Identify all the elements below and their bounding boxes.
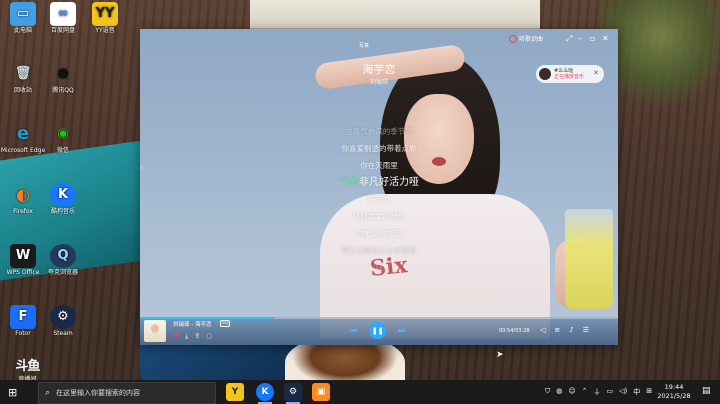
quark-icon: Q: [50, 244, 76, 268]
pause-button[interactable]: ❚❚: [369, 322, 387, 339]
computer-icon: ▭: [10, 2, 36, 26]
previous-icon[interactable]: ⏮: [350, 326, 357, 336]
lyric-line: 轻轻柔柔的想念: [352, 212, 406, 221]
lyric-line: 好活力: [367, 195, 391, 204]
player-right-controls: ◁ ≡ ♪ ☰: [540, 326, 589, 334]
desktop-icon-qq[interactable]: ● 腾讯QQ: [40, 62, 86, 95]
yy-voice-icon: YY: [92, 2, 118, 26]
progress-bar[interactable]: [140, 317, 618, 319]
baidu-netdisk-icon: ∞: [50, 2, 76, 26]
lyric-highlight: 气质: [339, 177, 359, 188]
lyric-line: 你在天雨里: [360, 161, 398, 170]
network-icon[interactable]: ▭: [607, 387, 614, 397]
edge-icon: e: [16, 122, 30, 144]
taskbar-app-steam[interactable]: ⚙: [284, 383, 302, 404]
kugou-icon: K: [50, 183, 76, 207]
comment-icon[interactable]: ◌: [206, 332, 212, 341]
player-title-bar: 写真 听歌识曲 ⤢ – ▫ ✕: [140, 29, 618, 49]
taskbar-app-other[interactable]: ▣: [312, 383, 330, 401]
douyu-logo: 斗鱼: [15, 359, 40, 374]
desktop-icon-baidu-netdisk[interactable]: ∞ 百度网盘: [40, 2, 86, 35]
maximize-button[interactable]: ▫: [590, 34, 595, 43]
mouse-cursor-icon: ➤: [496, 350, 504, 360]
time-display: 00:54/03:28: [499, 328, 530, 334]
now-playing-title[interactable]: 刘瑞琦 - 海芋恋: [173, 320, 211, 328]
app-icon: ▣: [316, 387, 326, 397]
system-tray: ⛉ ◍ ☺ ⌃ ⏚ ▭ ◁) 中 ⊞: [545, 387, 652, 397]
download-icon[interactable]: ⤓: [185, 332, 188, 341]
yy-voice-icon: Y: [231, 387, 239, 397]
album-cover[interactable]: [144, 320, 166, 342]
playback-control-bar: 刘瑞琦 - 海芋恋 SQ ♥ ⤓ ⇪ ◌ ⏮ ❚❚ ⏭ 00:54/03:28 …: [140, 317, 618, 345]
playlist-mode-icon[interactable]: ≡: [554, 326, 560, 334]
wps-icon: W: [10, 244, 36, 268]
close-button[interactable]: ✕: [602, 34, 609, 43]
share-icon[interactable]: ⇪: [194, 332, 200, 341]
taskbar-search[interactable]: ⌕ 在这里输入你要搜索的内容: [38, 382, 216, 404]
tab-photo[interactable]: 写真: [359, 42, 369, 49]
clock-time: 19:44: [664, 383, 684, 391]
next-icon[interactable]: ⏭: [398, 326, 405, 336]
desktop-icon-steam[interactable]: ⚙ Steam: [40, 305, 86, 338]
lyric-line: 在青气充满的季节里: [345, 127, 413, 136]
desktop-icon-wechat[interactable]: ◉ 微信: [40, 122, 86, 155]
notification-icon[interactable]: ▤: [702, 386, 711, 396]
close-icon[interactable]: ✕: [593, 69, 599, 77]
ime-indicator[interactable]: 中: [633, 387, 640, 397]
queue-icon[interactable]: ☰: [583, 326, 589, 334]
user-status: 正在播放音乐: [554, 74, 585, 80]
qq-icon: ●: [57, 65, 69, 81]
fullscreen-icon[interactable]: ⤢: [566, 34, 572, 44]
minimize-button[interactable]: –: [578, 34, 582, 43]
microphone-icon[interactable]: ⏚: [594, 387, 601, 397]
lyric-line: 把它们装在小小的瓶里: [341, 246, 417, 255]
music-player-window[interactable]: Six 写真 听歌识曲 ⤢ – ▫ ✕ 海芋恋 刘瑞琦 #么么哒 正在播放音乐 …: [140, 29, 618, 345]
steam-icon: ⚙: [288, 387, 298, 397]
yy-tray-icon[interactable]: ◍: [556, 387, 562, 397]
heart-icon[interactable]: ♥: [173, 332, 179, 341]
firefox-icon: ◐: [16, 184, 30, 204]
lyric-line: 日: [375, 263, 383, 272]
kugou-icon: K: [261, 387, 269, 397]
volume-icon[interactable]: ◁: [540, 326, 545, 334]
wechat-icon: ◉: [57, 125, 69, 141]
chevron-up-icon[interactable]: ⌃: [582, 387, 588, 397]
lyric-line: 在单恋的季节: [356, 229, 402, 238]
progress-fill: [140, 317, 274, 319]
recycle-bin-icon: 🗑: [14, 65, 32, 81]
volume-icon[interactable]: ◁): [619, 387, 627, 397]
lyric-current-rest: 非凡好活力哑: [359, 177, 419, 188]
quality-badge: SQ: [220, 320, 231, 327]
lyric-line: 你喜爱剔透的带着点靠: [341, 144, 417, 153]
desktop-icon-kugou[interactable]: K 酷狗音乐: [40, 183, 86, 216]
user-tray-icon[interactable]: ☺: [568, 387, 575, 397]
lyrics-panel: 在青气充满的季节里 你喜爱剔透的带着点靠 你在天雨里 气质非凡好活力哑 好活力 …: [140, 123, 618, 276]
search-icon: ⌕: [45, 388, 51, 398]
listen-recognize-button[interactable]: 听歌识曲: [509, 34, 543, 43]
desktop-icon-yy[interactable]: YY YY语音: [82, 2, 128, 35]
song-actions: ♥ ⤓ ⇪ ◌: [173, 332, 212, 341]
search-placeholder: 在这里输入你要搜索的内容: [56, 389, 141, 397]
taskbar-app-kugou[interactable]: K: [256, 383, 274, 404]
playback-buttons: ⏮ ❚❚ ⏭: [350, 322, 405, 339]
avatar: [539, 68, 551, 80]
shield-icon[interactable]: ⛉: [545, 387, 550, 397]
steam-icon: ⚙: [50, 305, 76, 329]
windows-start-icon[interactable]: ⊞: [8, 386, 17, 399]
desktop-icon-quark[interactable]: Q 夸克浏览器: [40, 244, 86, 277]
fotor-icon: F: [10, 305, 36, 329]
wallpaper-book: [250, 0, 540, 30]
lyric-current-line: 气质非凡好活力哑: [140, 174, 618, 191]
user-chip[interactable]: #么么哒 正在播放音乐 ✕: [536, 65, 604, 83]
record-icon: [509, 34, 517, 43]
wallpaper-plant: [600, 0, 720, 120]
taskbar-app-yy[interactable]: Y: [226, 383, 244, 401]
clock[interactable]: 19:44 2021/5/28: [652, 383, 696, 402]
clock-date: 2021/5/28: [657, 392, 691, 401]
taskbar: ⊞ ⌕ 在这里输入你要搜索的内容 Y K ⚙ ▣ ⛉ ◍ ☺ ⌃ ⏚ ▭ ◁) …: [0, 380, 720, 404]
lyrics-icon[interactable]: ♪: [569, 326, 573, 334]
